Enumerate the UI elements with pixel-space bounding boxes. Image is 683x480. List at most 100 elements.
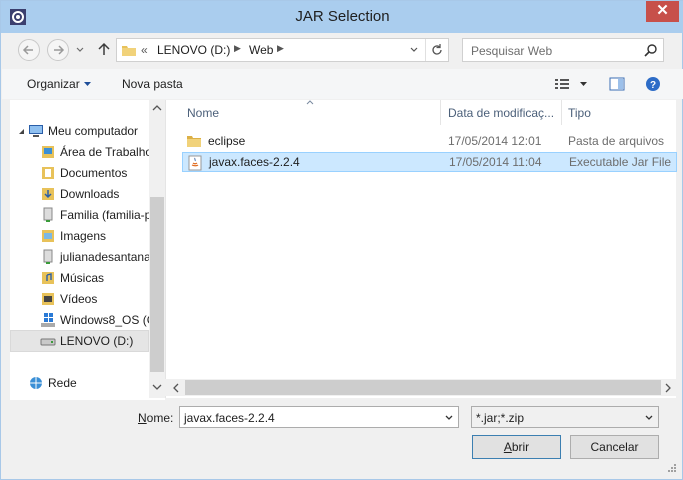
tree-item-label: Músicas (60, 271, 105, 285)
tree-item-label: Meu computador (48, 124, 139, 138)
scroll-left-arrow[interactable] (172, 383, 180, 393)
column-header-type[interactable]: Tipo (568, 106, 591, 120)
open-button-text: brir (511, 440, 530, 454)
search-input[interactable]: Pesquisar Web (462, 38, 664, 62)
title-bar[interactable]: JAR Selection ✕ (1, 1, 683, 33)
refresh-button[interactable] (430, 43, 444, 57)
search-icon[interactable] (644, 43, 658, 57)
help-button[interactable]: ? (645, 76, 661, 92)
view-dropdown[interactable] (579, 80, 588, 89)
breadcrumb-overflow[interactable]: « (141, 43, 148, 57)
forward-button[interactable] (47, 39, 69, 61)
horizontal-scroll-thumb[interactable] (185, 380, 661, 395)
filter-dropdown[interactable] (644, 413, 654, 423)
tree-item-network[interactable]: Rede (28, 373, 168, 393)
file-type: Executable Jar File (569, 155, 672, 169)
navigation-pane: Meu computador Área de Trabalho Document… (10, 100, 165, 400)
back-button[interactable] (18, 39, 40, 61)
breadcrumb-web[interactable]: Web (249, 43, 273, 57)
close-button[interactable]: ✕ (646, 1, 679, 22)
svg-text:?: ? (650, 80, 656, 91)
breadcrumb-drive[interactable]: LENOVO (D:) (157, 43, 230, 57)
scroll-down-arrow[interactable] (152, 383, 162, 391)
folder-icon (121, 42, 137, 58)
column-divider[interactable] (561, 100, 562, 125)
arrow-left-icon (22, 45, 33, 55)
search-placeholder: Pesquisar Web (471, 44, 553, 58)
filename-dropdown[interactable] (444, 413, 454, 423)
chevron-down-icon (445, 415, 453, 420)
network-icon (28, 375, 44, 391)
new-folder-button[interactable]: Nova pasta (122, 77, 183, 91)
tree-item-label: LENOVO (D:) (60, 334, 134, 348)
file-list: Nome Data de modificaç... Tipo eclipse 1… (165, 100, 677, 398)
file-row-eclipse[interactable]: eclipse 17/05/2014 12:01 Pasta de arquiv… (182, 131, 677, 151)
file-row-javax-faces[interactable]: javax.faces-2.2.4 17/05/2014 11:04 Execu… (182, 152, 677, 172)
horizontal-scrollbar[interactable] (165, 379, 676, 396)
file-name: eclipse (208, 134, 246, 148)
tree-item-label: Documentos (60, 166, 128, 180)
window-title: JAR Selection (295, 8, 390, 25)
column-header-row: Nome Data de modificaç... Tipo (166, 100, 677, 125)
tree-item-label: Downloads (60, 187, 120, 201)
column-divider[interactable] (440, 100, 441, 125)
sort-ascending-icon (306, 100, 314, 105)
filename-value: javax.faces-2.2.4 (184, 411, 275, 425)
filename-input[interactable]: javax.faces-2.2.4 (179, 406, 459, 428)
windows-drive-icon (40, 312, 56, 328)
column-header-date[interactable]: Data de modificaç... (448, 106, 554, 120)
recent-locations-dropdown[interactable] (75, 45, 85, 55)
details-view-icon (555, 79, 569, 89)
organize-button[interactable]: Organizar (27, 77, 80, 91)
view-options-button[interactable] (554, 76, 570, 92)
drive-icon (40, 333, 56, 349)
java-jar-icon (187, 155, 203, 171)
file-name: javax.faces-2.2.4 (209, 155, 300, 169)
network-drive-icon (40, 207, 56, 223)
preview-pane-icon (609, 77, 625, 91)
tree-item-computer[interactable]: Meu computador (28, 121, 168, 141)
refresh-icon (432, 44, 442, 55)
scroll-up-arrow[interactable] (152, 104, 162, 112)
tree-item-label: Windows8_OS (C (60, 313, 156, 327)
chevron-down-icon (76, 47, 84, 52)
caret-down-icon (83, 80, 92, 89)
file-date: 17/05/2014 12:01 (448, 134, 542, 148)
expand-chevron-icon[interactable] (18, 128, 25, 135)
filter-value: *.jar;*.zip (476, 411, 525, 425)
pictures-folder-icon (40, 228, 56, 244)
address-dropdown[interactable] (409, 45, 419, 55)
resize-grip-icon[interactable] (665, 463, 677, 475)
scroll-right-arrow[interactable] (664, 383, 672, 393)
file-type-filter-select[interactable]: *.jar;*.zip (471, 406, 659, 428)
help-icon: ? (646, 77, 660, 91)
filename-label: Nome: (138, 411, 173, 425)
music-folder-icon (40, 270, 56, 286)
arrow-up-icon (98, 42, 110, 55)
filename-label-accesskey: N (138, 411, 147, 425)
network-drive-icon (40, 249, 56, 265)
tree-item-label: Rede (48, 376, 77, 390)
cancel-button[interactable]: Cancelar (570, 435, 659, 459)
address-bar[interactable]: « LENOVO (D:) ▶ Web ▶ (116, 38, 449, 62)
command-bar: Organizar Nova pasta ? (2, 69, 683, 99)
breadcrumb-separator-icon: ▶ (277, 43, 284, 53)
folder-icon (186, 133, 202, 149)
chevron-down-icon (410, 47, 418, 52)
chevron-down-icon (645, 415, 653, 420)
tree-item-label: julianadesantana (60, 250, 151, 264)
column-header-name[interactable]: Nome (187, 106, 219, 120)
up-button[interactable] (96, 41, 112, 57)
arrow-right-icon (54, 45, 65, 55)
open-button[interactable]: Abrir (472, 435, 561, 459)
tree-item-label: Vídeos (60, 292, 98, 306)
preview-pane-button[interactable] (609, 76, 625, 92)
tree-item-label: Familia (familia-p (60, 208, 152, 222)
documents-folder-icon (40, 165, 56, 181)
nav-scrollbar[interactable] (149, 100, 165, 398)
nav-scroll-thumb[interactable] (150, 197, 164, 372)
caret-down-icon (580, 82, 587, 86)
downloads-folder-icon (40, 186, 56, 202)
computer-icon (28, 123, 44, 139)
desktop-folder-icon (40, 144, 56, 160)
